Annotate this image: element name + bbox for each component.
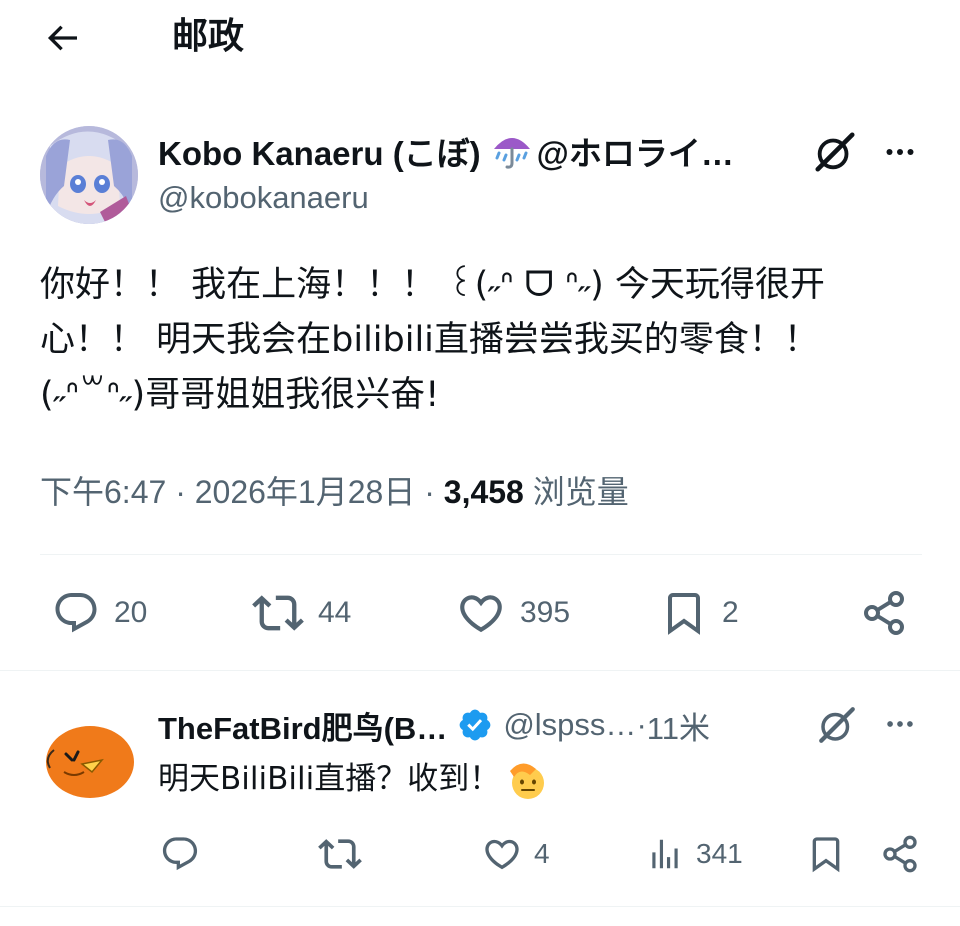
reply-reply-button[interactable] [160,826,200,882]
author-name-row[interactable]: Kobo Kanaeru (こぼ) @ホロライ… [158,128,734,174]
reply-like-button[interactable]: 4 [482,826,550,882]
reply-author-avatar[interactable] [40,706,138,804]
divider [0,906,960,907]
like-count: 395 [520,596,571,629]
meta-separator: · [166,474,195,510]
reply-author-name: TheFatBird肥鸟(B… [158,710,448,746]
like-button[interactable]: 395 [456,580,570,646]
umbrella-rain-icon [491,131,533,171]
divider [40,554,922,555]
top-bar: 邮政 [0,0,960,80]
share-icon [880,834,920,874]
more-horizontal-icon[interactable] [876,700,924,748]
tweet-meta: 下午6:47 · 2026年1月28日 · 3,458 浏览量 [40,470,629,514]
author-avatar[interactable] [40,126,138,224]
bookmark-count: 2 [722,596,739,629]
saluting-face-icon [506,757,550,801]
reply-bookmark-button[interactable] [806,826,846,882]
analytics-icon [646,835,684,873]
reply-separator: · [636,707,647,742]
reply-button[interactable]: 20 [52,580,147,646]
grok-icon[interactable] [806,126,864,178]
retweet-count: 44 [318,596,352,629]
comment-icon [160,834,200,874]
comment-icon [52,589,100,637]
reply-views-button[interactable]: 341 [646,826,743,882]
reply-author-row[interactable]: TheFatBird肥鸟(B… @lspss… · 11米 [158,702,710,748]
bookmark-icon [806,834,846,874]
author-name: Kobo Kanaeru (こぼ) [158,135,481,172]
author-handle[interactable]: @kobokanaeru [158,178,369,218]
tweet-text-line: 心！！ 明天我会在bilibili直播尝尝我买的零食！！ [40,320,819,360]
author-name-suffix: @ホロライ… [536,135,734,172]
reply-author-handle: @lspss… [503,707,637,742]
verified-badge-icon [457,707,493,743]
bookmark-button[interactable]: 2 [660,580,739,646]
reply-text: 明天BiliBili直播？收到！ [158,756,550,802]
reply-share-button[interactable] [880,826,920,882]
reply-text-content: 明天BiliBili直播？收到！ [158,761,501,797]
heart-icon [456,588,506,638]
reply-views-count: 341 [696,838,743,869]
share-button[interactable] [860,580,908,646]
share-icon [860,589,908,637]
reply-time[interactable]: 11米 [647,703,710,748]
divider [0,670,960,671]
more-horizontal-icon[interactable] [876,128,924,176]
retweet-icon [252,587,304,639]
page-title: 邮政 [172,15,245,56]
tweet-time[interactable]: 下午6:47 [40,474,166,510]
views-count: 3,458 [443,474,524,510]
views-label: 浏览量 [523,474,629,510]
reply-count: 20 [114,596,148,629]
retweet-button[interactable]: 44 [252,580,351,646]
reply-actions: 4 341 [0,826,960,882]
tweet-text-line: (˶ᐢ꒳ᐢ˶)哥哥姐姐我很兴奋! [40,375,440,415]
retweet-icon [318,832,362,876]
back-arrow-icon[interactable] [38,14,86,62]
heart-icon [482,834,522,874]
bookmark-icon [660,589,708,637]
tweet-text-line: 你好！！ 我在上海！！！ ꒰(˶ᐢ ᗜ ᐢ˶) 今天玩得很开 [40,265,825,305]
tweet-date[interactable]: 2026年1月28日 [195,474,416,510]
tweet-actions: 20 44 395 2 [0,580,960,646]
grok-icon[interactable] [810,700,864,750]
meta-separator: · [415,474,444,510]
reply-like-count: 4 [534,838,550,869]
tweet-text: 你好！！ 我在上海！！！ ꒰(˶ᐢ ᗜ ᐢ˶) 今天玩得很开 心！！ 明天我会在… [40,258,930,423]
reply-retweet-button[interactable] [318,826,362,882]
